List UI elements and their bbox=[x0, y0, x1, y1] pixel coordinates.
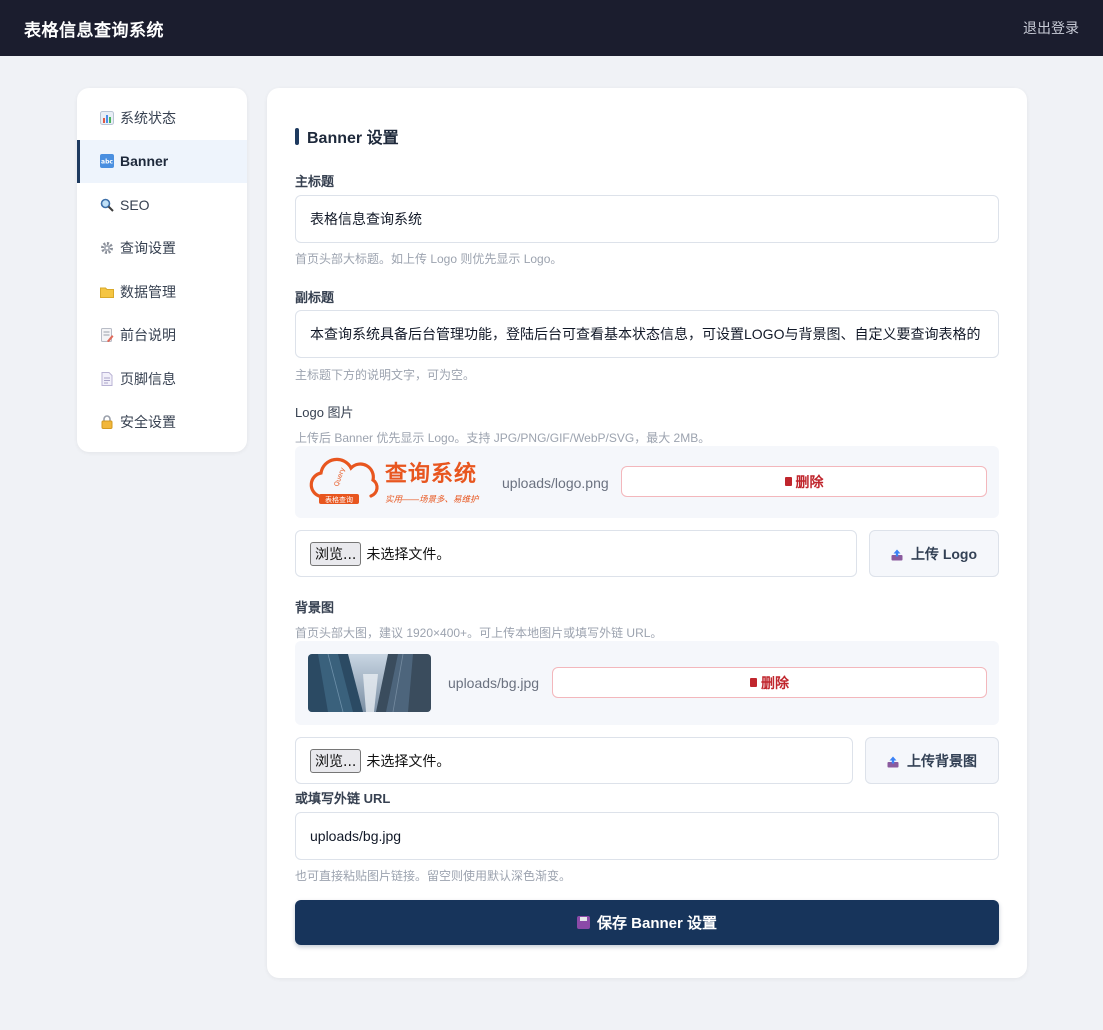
upload-background-button[interactable]: 上传背景图 bbox=[865, 737, 999, 784]
lock-icon bbox=[100, 415, 114, 430]
sidebar-item-security[interactable]: 安全设置 bbox=[77, 401, 247, 445]
cloud-logo-icon: 表格查询 Query bbox=[309, 457, 379, 504]
sidebar-item-footer[interactable]: 页脚信息 bbox=[77, 357, 247, 401]
url-field-label: 或填写外链 URL bbox=[295, 791, 391, 806]
sidebar-item-seo[interactable]: SEO bbox=[77, 183, 247, 227]
background-url-input[interactable]: uploads/bg.jpg bbox=[295, 812, 999, 860]
background-field-hint: 首页头部大图，建议 1920×400+。可上传本地图片或填写外链 URL。 bbox=[295, 626, 663, 640]
subtitle-field-label: 副标题 bbox=[295, 290, 335, 305]
abc-icon: abc bbox=[100, 154, 114, 169]
app-title: 表格信息查询系统 bbox=[24, 20, 164, 40]
gear-icon bbox=[100, 241, 114, 255]
logout-link[interactable]: 退出登录 bbox=[1023, 18, 1079, 38]
no-file-text: 未选择文件。 bbox=[366, 752, 451, 769]
title-field-label: 主标题 bbox=[295, 174, 335, 189]
logo-path: uploads/logo.png bbox=[502, 475, 609, 491]
section-title: Banner 设置 bbox=[295, 124, 399, 148]
background-thumbnail bbox=[308, 654, 431, 712]
background-field-label: 背景图 bbox=[295, 600, 335, 615]
sidebar-item-label: 页脚信息 bbox=[120, 370, 176, 387]
logo-preview-box: 表格查询 Query 查询系统 实用——场景多、易维护 uploads/logo… bbox=[295, 446, 999, 518]
sidebar-item-status[interactable]: 系统状态 bbox=[77, 96, 247, 140]
page-icon bbox=[100, 371, 114, 386]
bar-chart-icon bbox=[100, 110, 114, 125]
logo-query-text: Query bbox=[332, 466, 346, 487]
logo-tagline: 实用——场景多、易维护 bbox=[385, 494, 479, 504]
trash-icon bbox=[750, 678, 757, 687]
sidebar-item-label: 查询设置 bbox=[120, 240, 176, 257]
url-field-hint: 也可直接粘贴图片链接。留空则使用默认深色渐变。 bbox=[295, 869, 572, 883]
logo-file-input[interactable]: 浏览... 未选择文件。 bbox=[295, 530, 857, 577]
outbox-tray-icon bbox=[887, 755, 899, 767]
banner-settings-card: Banner 设置 主标题 表格信息查询系统 首页头部大标题。如上传 Logo … bbox=[267, 88, 1027, 978]
logo-field-label: Logo 图片 bbox=[295, 405, 354, 420]
delete-logo-button[interactable]: 删除 bbox=[621, 466, 987, 497]
svg-text:abc: abc bbox=[101, 159, 113, 166]
trash-icon bbox=[784, 477, 792, 486]
sidebar: 系统状态 abc Banner SEO 查询设置 数据管理 前台说明 页脚信息 bbox=[77, 88, 247, 452]
sidebar-item-label: Banner bbox=[120, 153, 169, 170]
sidebar-item-front-notes[interactable]: 前台说明 bbox=[77, 314, 247, 358]
browse-button[interactable]: 浏览... bbox=[310, 748, 362, 773]
top-bar: 表格信息查询系统 退出登录 bbox=[0, 0, 1103, 56]
title-input[interactable]: 表格信息查询系统 bbox=[295, 195, 999, 243]
subtitle-field-hint: 主标题下方的说明文字，可为空。 bbox=[295, 368, 476, 382]
sidebar-item-label: SEO bbox=[120, 196, 150, 213]
background-file-input[interactable]: 浏览... 未选择文件。 bbox=[295, 737, 853, 784]
title-accent-bar bbox=[295, 127, 299, 145]
logo-field-hint: 上传后 Banner 优先显示 Logo。支持 JPG/PNG/GIF/WebP… bbox=[295, 431, 711, 445]
magnifier-icon bbox=[100, 198, 114, 212]
logo-image: 表格查询 Query 查询系统 实用——场景多、易维护 bbox=[305, 456, 487, 508]
upload-logo-button[interactable]: 上传 Logo bbox=[869, 530, 999, 577]
no-file-text: 未选择文件。 bbox=[366, 545, 451, 562]
background-preview-box: uploads/bg.jpg 删除 bbox=[295, 641, 999, 725]
sidebar-item-label: 前台说明 bbox=[120, 327, 176, 344]
sidebar-item-data[interactable]: 数据管理 bbox=[77, 270, 247, 314]
sidebar-item-label: 安全设置 bbox=[120, 414, 176, 431]
logo-badge-text: 表格查询 bbox=[325, 495, 353, 504]
outbox-tray-icon bbox=[891, 548, 903, 560]
memo-icon bbox=[100, 328, 114, 343]
delete-background-button[interactable]: 删除 bbox=[552, 667, 987, 698]
subtitle-input[interactable]: 本查询系统具备后台管理功能，登陆后台可查看基本状态信息，可设置LOGO与背景图、… bbox=[295, 310, 999, 358]
sidebar-item-label: 数据管理 bbox=[120, 283, 176, 300]
logo-text: 查询系统 bbox=[385, 461, 478, 486]
sidebar-item-query-settings[interactable]: 查询设置 bbox=[77, 227, 247, 271]
floppy-disk-icon bbox=[576, 916, 590, 929]
sidebar-item-label: 系统状态 bbox=[120, 109, 176, 126]
sidebar-item-banner[interactable]: abc Banner bbox=[77, 139, 247, 183]
title-field-hint: 首页头部大标题。如上传 Logo 则优先显示 Logo。 bbox=[295, 252, 563, 266]
save-banner-button[interactable]: 保存 Banner 设置 bbox=[295, 900, 999, 945]
folder-icon bbox=[100, 285, 114, 299]
browse-button[interactable]: 浏览... bbox=[310, 541, 362, 566]
background-path: uploads/bg.jpg bbox=[448, 675, 540, 691]
